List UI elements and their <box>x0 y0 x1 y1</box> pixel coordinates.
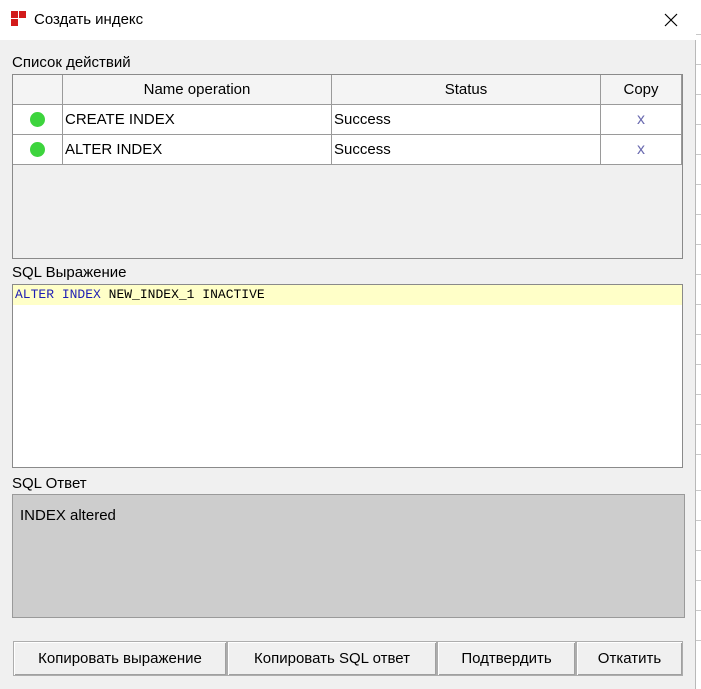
sql-expression-label: SQL Выражение <box>12 264 127 281</box>
operation-cell: CREATE INDEX <box>63 105 332 134</box>
status-cell: Success <box>332 105 601 134</box>
create-index-dialog: Создать индекс Список действий Name oper… <box>0 0 696 689</box>
status-cell: Success <box>332 135 601 164</box>
sql-keyword: ALTER <box>15 287 55 302</box>
app-logo-icon <box>11 11 27 27</box>
header-name-operation[interactable]: Name operation <box>63 75 332 104</box>
actions-label: Список действий <box>12 54 131 71</box>
header-copy[interactable]: Copy <box>601 75 682 104</box>
copy-icon[interactable]: x <box>637 111 645 128</box>
sql-identifier: INACTIVE <box>202 287 265 302</box>
title-bar[interactable]: Создать индекс <box>0 0 696 40</box>
sql-expression-editor[interactable]: ALTER INDEX NEW_INDEX_1 INACTIVE <box>12 284 683 468</box>
table-row[interactable]: CREATE INDEX Success x <box>13 105 682 135</box>
sql-answer-box[interactable]: INDEX altered <box>12 494 685 618</box>
copy-expression-button[interactable]: Копировать выражение <box>13 641 227 676</box>
success-dot-icon <box>30 112 45 127</box>
status-indicator <box>13 105 63 134</box>
copy-cell[interactable]: x <box>601 135 682 164</box>
window-title: Создать индекс <box>34 11 144 28</box>
background-window-edge <box>696 0 701 689</box>
copy-cell[interactable]: x <box>601 105 682 134</box>
sql-identifier: NEW_INDEX_1 <box>108 287 195 302</box>
operation-cell: ALTER INDEX <box>63 135 332 164</box>
status-indicator <box>13 135 63 164</box>
rollback-button[interactable]: Откатить <box>576 641 683 676</box>
confirm-button[interactable]: Подтвердить <box>437 641 576 676</box>
close-icon <box>664 13 678 27</box>
copy-icon[interactable]: x <box>637 141 645 158</box>
success-dot-icon <box>30 142 45 157</box>
sql-current-line[interactable]: ALTER INDEX NEW_INDEX_1 INACTIVE <box>13 285 682 305</box>
table-header: Name operation Status Copy <box>13 75 682 105</box>
sql-keyword: INDEX <box>61 287 101 302</box>
sql-answer-text: INDEX altered <box>20 507 116 524</box>
header-indicator <box>13 75 63 104</box>
actions-table[interactable]: Name operation Status Copy CREATE INDEX … <box>12 74 683 259</box>
sql-answer-label: SQL Ответ <box>12 475 87 492</box>
header-status[interactable]: Status <box>332 75 601 104</box>
close-button[interactable] <box>646 0 696 40</box>
table-row[interactable]: ALTER INDEX Success x <box>13 135 682 165</box>
copy-sql-answer-button[interactable]: Копировать SQL ответ <box>227 641 437 676</box>
